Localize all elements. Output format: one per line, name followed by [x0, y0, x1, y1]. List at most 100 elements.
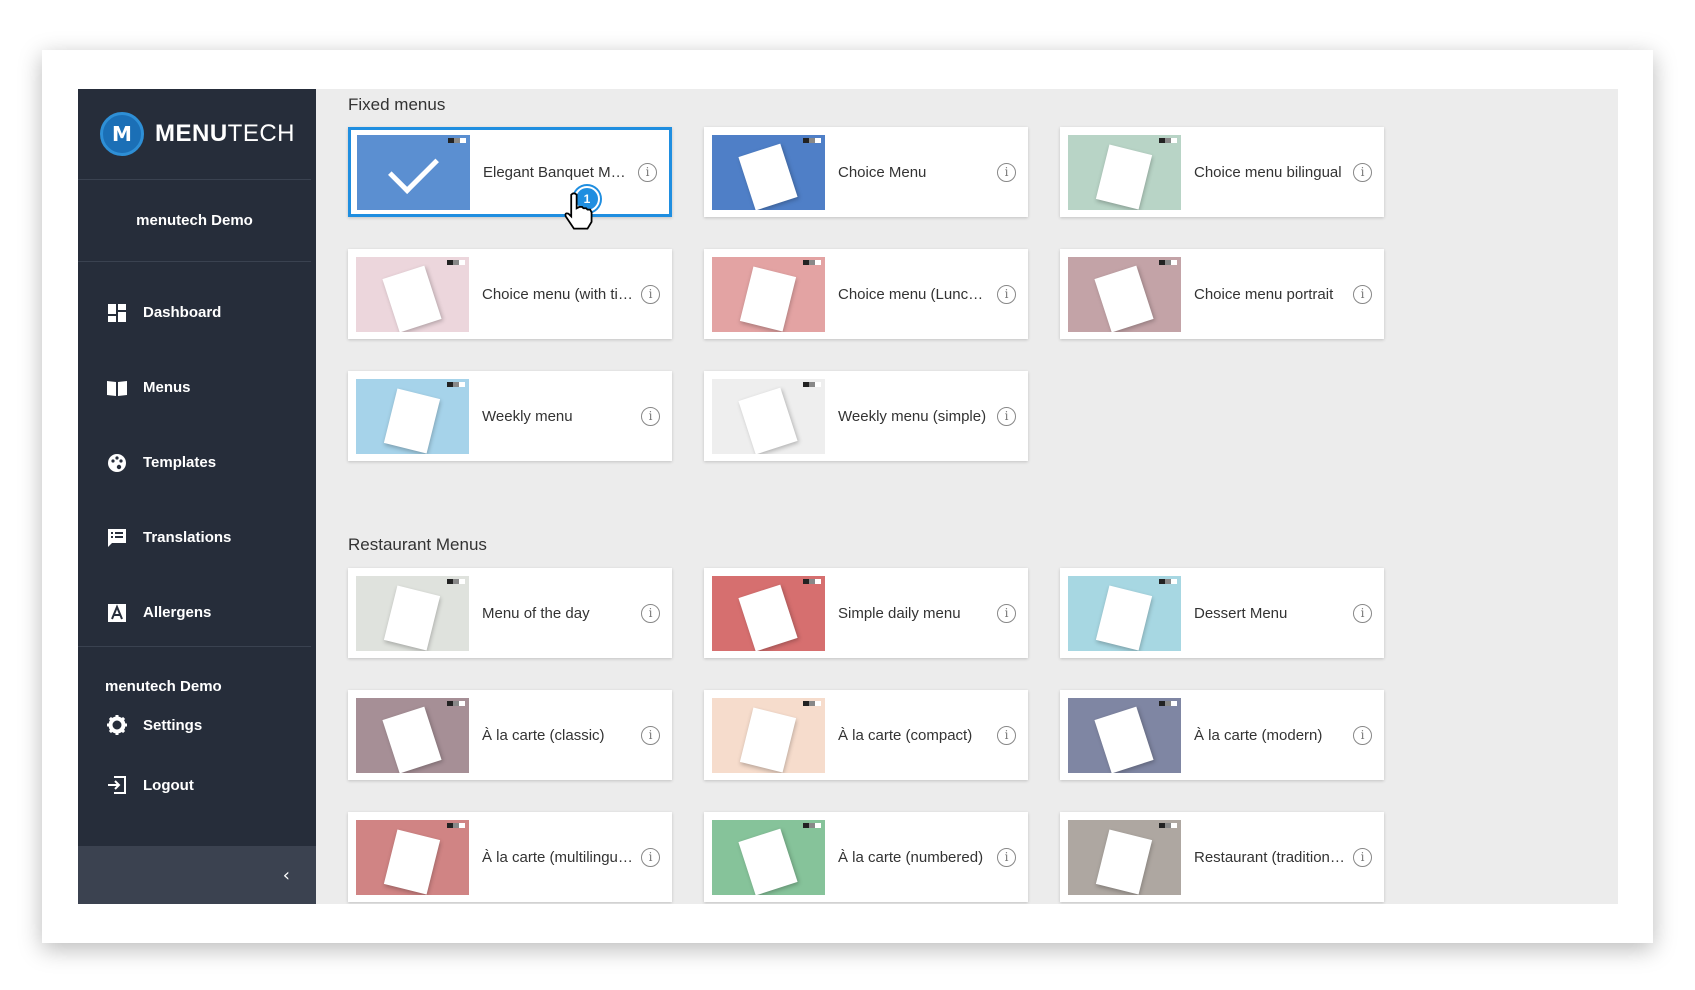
menu-paper-preview: [738, 584, 798, 651]
template-card[interactable]: Elegant Banquet Me... i 1: [348, 127, 672, 230]
color-swatches: [1159, 700, 1177, 706]
color-swatches: [803, 137, 821, 143]
menu-paper-preview: [1094, 706, 1154, 773]
chat-icon: [106, 527, 128, 549]
color-swatches: [1159, 259, 1177, 265]
template-thumbnail: [356, 256, 469, 332]
sidebar-item-label: Translations: [143, 529, 232, 546]
template-card[interactable]: Weekly menu i: [348, 371, 672, 461]
template-title: Simple daily menu: [838, 604, 961, 622]
template-title: Elegant Banquet Me...: [483, 163, 630, 181]
template-thumbnail: [712, 697, 825, 773]
info-icon[interactable]: i: [1353, 603, 1372, 623]
sidebar: M MENUTECH menutech Demo Dashboard Menus: [78, 89, 316, 904]
sidebar-item-label: Templates: [143, 454, 217, 471]
menu-paper-preview: [1094, 265, 1154, 332]
info-icon[interactable]: i: [1353, 725, 1372, 745]
sidebar-item-dashboard[interactable]: Dashboard: [78, 275, 311, 350]
sidebar-item-menus[interactable]: Menus: [78, 350, 311, 425]
template-card[interactable]: Choice menu (with titl... i: [348, 249, 672, 339]
template-thumbnail: [1068, 134, 1181, 210]
info-icon[interactable]: i: [997, 284, 1016, 304]
template-thumbnail: [712, 256, 825, 332]
info-icon[interactable]: i: [997, 725, 1016, 745]
template-thumbnail: [356, 575, 469, 651]
color-swatches: [447, 822, 465, 828]
menutech-logo-icon: M: [100, 112, 144, 156]
template-thumbnail: [356, 819, 469, 895]
sidebar-item-logout[interactable]: Logout: [105, 755, 316, 815]
template-card[interactable]: Choice menu portrait i: [1060, 249, 1384, 339]
color-swatches: [448, 137, 466, 143]
collapse-sidebar-button[interactable]: ‹: [78, 846, 316, 904]
template-card[interactable]: À la carte (multilingual) i: [348, 812, 672, 902]
template-title: Restaurant (traditional): [1194, 848, 1345, 866]
template-thumbnail: [357, 134, 470, 210]
template-card[interactable]: Choice Menu i: [704, 127, 1028, 217]
template-card[interactable]: Weekly menu (simple) i: [704, 371, 1028, 461]
template-card[interactable]: Menu of the day i: [348, 568, 672, 658]
sidebar-item-label: Dashboard: [143, 304, 222, 321]
info-icon[interactable]: i: [641, 725, 660, 745]
template-thumbnail: [356, 697, 469, 773]
template-card[interactable]: Choice menu (Lunch-... i: [704, 249, 1028, 339]
color-swatches: [803, 700, 821, 706]
info-icon[interactable]: i: [641, 603, 660, 623]
template-title: Choice menu bilingual: [1194, 163, 1342, 181]
template-card[interactable]: Restaurant (traditional) i: [1060, 812, 1384, 902]
section-title-fixed-menus: Fixed menus: [348, 95, 446, 114]
template-title: Choice menu (with titl...: [482, 285, 633, 303]
dashboard-icon: [106, 302, 128, 324]
sidebar-item-templates[interactable]: Templates: [78, 425, 311, 500]
menu-paper-preview: [383, 585, 441, 650]
info-icon[interactable]: i: [638, 162, 657, 182]
color-swatches: [447, 578, 465, 584]
template-card[interactable]: Choice menu bilingual i: [1060, 127, 1384, 217]
allergen-icon: [106, 602, 128, 624]
template-title: Weekly menu: [482, 407, 573, 425]
template-title: Menu of the day: [482, 604, 590, 622]
template-thumbnail: [712, 134, 825, 210]
info-icon[interactable]: i: [1353, 847, 1372, 867]
template-thumbnail: [1068, 575, 1181, 651]
template-card[interactable]: À la carte (classic) i: [348, 690, 672, 780]
info-icon[interactable]: i: [1353, 162, 1372, 182]
template-thumbnail: [1068, 256, 1181, 332]
template-card[interactable]: À la carte (compact) i: [704, 690, 1028, 780]
color-swatches: [447, 259, 465, 265]
template-thumbnail: [712, 378, 825, 454]
template-thumbnail: [356, 378, 469, 454]
sidebar-item-settings[interactable]: Settings: [105, 695, 316, 755]
template-card[interactable]: À la carte (modern) i: [1060, 690, 1384, 780]
color-swatches: [447, 700, 465, 706]
info-icon[interactable]: i: [997, 847, 1016, 867]
brand-logo[interactable]: M MENUTECH: [78, 89, 311, 180]
palette-icon: [106, 452, 128, 474]
template-card[interactable]: Dessert Menu i: [1060, 568, 1384, 658]
account-name[interactable]: menutech Demo: [78, 180, 311, 262]
info-icon[interactable]: i: [641, 406, 660, 426]
sidebar-item-translations[interactable]: Translations: [78, 500, 311, 575]
template-card[interactable]: À la carte (numbered) i: [704, 812, 1028, 902]
hand-pointer-icon: [564, 192, 593, 230]
info-icon[interactable]: i: [997, 603, 1016, 623]
info-icon[interactable]: i: [641, 284, 660, 304]
logout-icon: [106, 774, 128, 796]
template-title: Weekly menu (simple): [838, 407, 987, 425]
info-icon[interactable]: i: [997, 406, 1016, 426]
menu-paper-preview: [383, 388, 441, 453]
menu-paper-preview: [383, 829, 441, 894]
menu-paper-preview: [738, 143, 798, 210]
menu-paper-preview: [1095, 829, 1153, 894]
info-icon[interactable]: i: [1353, 284, 1372, 304]
sidebar-item-allergens[interactable]: Allergens: [78, 575, 311, 650]
info-icon[interactable]: i: [997, 162, 1016, 182]
sidebar-nav: Dashboard Menus Templates Translations A…: [78, 262, 311, 647]
color-swatches: [803, 259, 821, 265]
sidebar-item-label: Allergens: [143, 604, 212, 621]
info-icon[interactable]: i: [641, 847, 660, 867]
template-title: À la carte (multilingual): [482, 848, 633, 866]
color-swatches: [803, 578, 821, 584]
template-title: Choice menu portrait: [1194, 285, 1334, 303]
template-card[interactable]: Simple daily menu i: [704, 568, 1028, 658]
